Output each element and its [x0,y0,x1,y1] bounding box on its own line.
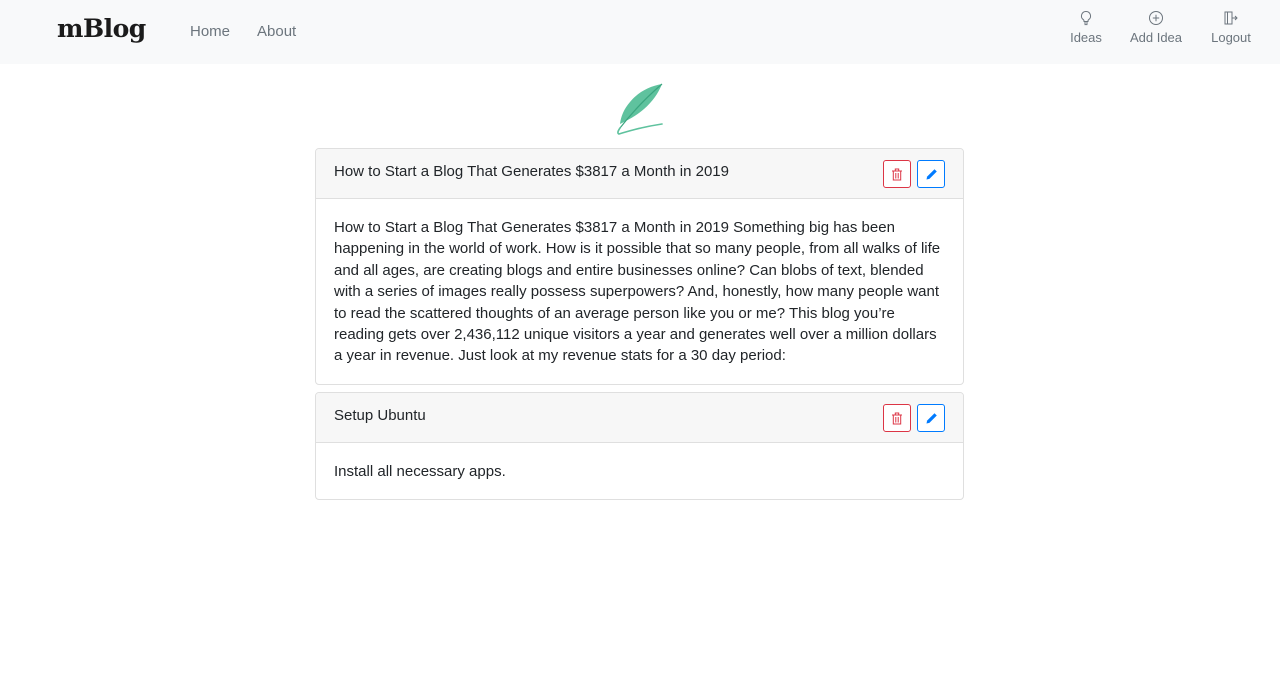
plus-circle-icon [1149,11,1163,25]
idea-body: Install all necessary apps. [334,463,506,480]
nav-add-idea-button[interactable]: Add Idea [1121,10,1191,45]
trash-icon [892,412,902,424]
lightbulb-icon [1080,10,1092,26]
delete-button[interactable] [883,404,911,432]
feather-icon [617,83,663,135]
nav-link-home[interactable]: Home [190,23,230,40]
idea-card-header: Setup Ubuntu [316,393,963,443]
logout-icon [1224,11,1238,25]
idea-card-header: How to Start a Blog That Generates $3817… [316,149,963,199]
idea-body: How to Start a Blog That Generates $3817… [334,219,941,365]
idea-card: Setup Ubuntu Install all necessary apps. [315,392,964,500]
edit-button[interactable] [917,404,945,432]
pencil-icon [926,168,937,179]
edit-button[interactable] [917,160,945,188]
trash-icon [892,168,902,180]
idea-title: Setup Ubuntu [334,407,426,424]
idea-title: How to Start a Blog That Generates $3817… [334,163,729,180]
nav-ideas-label: Ideas [1070,30,1102,45]
nav-logout-button[interactable]: Logout [1196,10,1266,45]
navbar: mBlog Home About Ideas Add Idea Logout [0,0,1280,64]
nav-link-about[interactable]: About [257,23,296,40]
brand-logo[interactable]: mBlog [57,14,146,43]
delete-button[interactable] [883,160,911,188]
nav-add-idea-label: Add Idea [1129,30,1183,45]
nav-logout-label: Logout [1211,30,1251,45]
nav-ideas-button[interactable]: Ideas [1051,10,1121,45]
idea-card: How to Start a Blog That Generates $3817… [315,148,964,385]
pencil-icon [926,412,937,423]
